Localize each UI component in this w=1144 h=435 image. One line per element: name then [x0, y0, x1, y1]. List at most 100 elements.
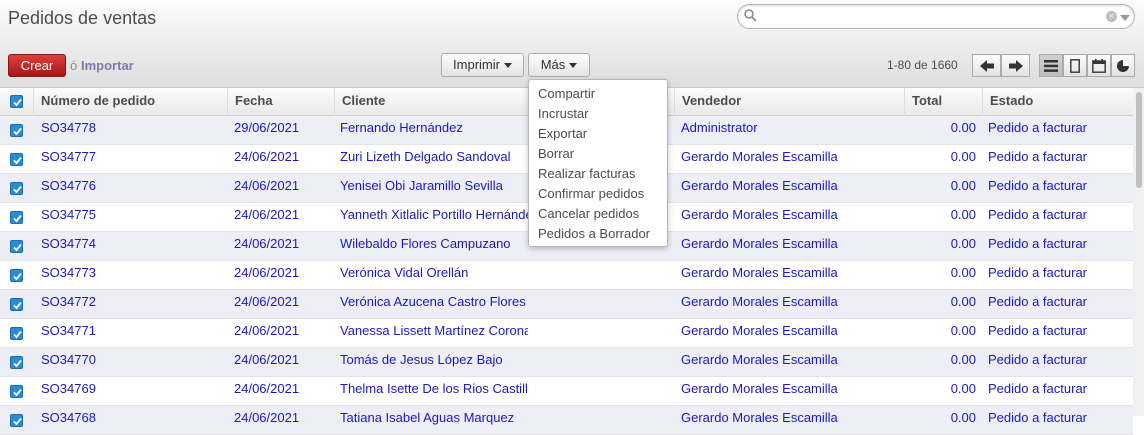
cell-state[interactable]: Pedido a facturar	[988, 145, 1128, 173]
cell-customer[interactable]: Yenisei Obi Jaramillo Sevilla	[340, 174, 528, 202]
cell-salesperson[interactable]: Gerardo Morales Escamilla	[681, 261, 901, 289]
cell-date[interactable]: 24/06/2021	[234, 232, 329, 260]
row-checkbox[interactable]	[10, 182, 23, 195]
cell-state[interactable]: Pedido a facturar	[988, 203, 1128, 231]
row-checkbox[interactable]	[10, 356, 23, 369]
cell-customer[interactable]: Verónica Azucena Castro Flores	[340, 290, 528, 318]
cell-order[interactable]: SO34778	[41, 116, 221, 144]
table-row[interactable]: SO34770 24/06/2021 Tomás de Jesus López Ba…	[0, 348, 1133, 377]
menu-item-embed[interactable]: Incrustar	[529, 104, 667, 124]
cell-state[interactable]: Pedido a facturar	[988, 116, 1128, 144]
cell-date[interactable]: 24/06/2021	[234, 348, 329, 376]
cell-state[interactable]: Pedido a facturar	[988, 174, 1128, 202]
scrollbar-thumb[interactable]	[1136, 92, 1142, 188]
row-checkbox[interactable]	[10, 211, 23, 224]
select-all-checkbox[interactable]	[10, 95, 23, 108]
cell-state[interactable]: Pedido a facturar	[988, 377, 1128, 405]
cell-total[interactable]: 0.00	[904, 232, 976, 260]
table-row[interactable]: SO34772 24/06/2021 Verónica Azucena Castro…	[0, 290, 1133, 319]
cell-customer[interactable]: Fernando Hernández	[340, 116, 528, 144]
cell-total[interactable]: 0.00	[904, 145, 976, 173]
cell-salesperson[interactable]: Gerardo Morales Escamilla	[681, 145, 901, 173]
cell-salesperson[interactable]: Administrator	[681, 116, 901, 144]
cell-customer[interactable]: Thelma Isette De los Rios Castillo	[340, 377, 528, 405]
pager-value[interactable]: 1-80 de 1660	[887, 58, 958, 72]
import-link[interactable]: Importar	[81, 58, 134, 73]
cell-total[interactable]: 0.00	[904, 348, 976, 376]
table-row[interactable]: SO34773 24/06/2021 Verónica Vidal Orellán G…	[0, 261, 1133, 290]
menu-item-delete[interactable]: Borrar	[529, 144, 667, 164]
menu-item-orders-to-draft[interactable]: Pedidos a Borrador	[529, 224, 667, 244]
cell-state[interactable]: Pedido a facturar	[988, 290, 1128, 318]
cell-state[interactable]: Pedido a facturar	[988, 348, 1128, 376]
cell-salesperson[interactable]: Gerardo Morales Escamilla	[681, 232, 901, 260]
cell-date[interactable]: 24/06/2021	[234, 203, 329, 231]
row-checkbox[interactable]	[10, 269, 23, 282]
row-checkbox[interactable]	[10, 327, 23, 340]
row-checkbox[interactable]	[10, 385, 23, 398]
column-header-salesperson[interactable]: Vendedor	[674, 88, 904, 116]
cell-date[interactable]: 24/06/2021	[234, 319, 329, 347]
cell-customer[interactable]: Tomás de Jesus López Bajo	[340, 348, 528, 376]
cell-salesperson[interactable]: Gerardo Morales Escamilla	[681, 348, 901, 376]
cell-customer[interactable]: Tatiana Isabel Aguas Marquez	[340, 406, 528, 434]
cell-order[interactable]: SO34768	[41, 406, 221, 434]
menu-item-make-invoices[interactable]: Realizar facturas	[529, 164, 667, 184]
cell-order[interactable]: SO34769	[41, 377, 221, 405]
cell-total[interactable]: 0.00	[904, 406, 976, 434]
cell-salesperson[interactable]: Gerardo Morales Escamilla	[681, 290, 901, 318]
cell-customer[interactable]: Yanneth Xitlalic Portillo Hernández	[340, 203, 528, 231]
calendar-view-button[interactable]	[1087, 54, 1111, 77]
cell-state[interactable]: Pedido a facturar	[988, 232, 1128, 260]
search-input[interactable]	[760, 8, 1100, 26]
search-box[interactable]: ×	[737, 4, 1135, 29]
cell-customer[interactable]: Wilebaldo Flores Campuzano	[340, 232, 528, 260]
cell-total[interactable]: 0.00	[904, 261, 976, 289]
list-view-button[interactable]	[1039, 54, 1063, 77]
table-row[interactable]: SO34768 24/06/2021 Tatiana Isabel Aguas Ma…	[0, 406, 1133, 435]
pager-previous-button[interactable]	[972, 54, 1001, 77]
menu-item-cancel-orders[interactable]: Cancelar pedidos	[529, 204, 667, 224]
cell-salesperson[interactable]: Gerardo Morales Escamilla	[681, 203, 901, 231]
row-checkbox[interactable]	[10, 298, 23, 311]
cell-state[interactable]: Pedido a facturar	[988, 406, 1128, 434]
cell-date[interactable]: 24/06/2021	[234, 290, 329, 318]
table-row[interactable]: SO34771 24/06/2021 Vanessa Lissett Martíne…	[0, 319, 1133, 348]
cell-order[interactable]: SO34774	[41, 232, 221, 260]
column-header-state[interactable]: Estado	[982, 88, 1133, 116]
cell-salesperson[interactable]: Gerardo Morales Escamilla	[681, 174, 901, 202]
cell-total[interactable]: 0.00	[904, 203, 976, 231]
cell-total[interactable]: 0.00	[904, 377, 976, 405]
table-row[interactable]: SO34769 24/06/2021 Thelma Isette De los Ri…	[0, 377, 1133, 406]
scrollbar[interactable]	[1133, 88, 1144, 416]
cell-date[interactable]: 24/06/2021	[234, 174, 329, 202]
cell-date[interactable]: 24/06/2021	[234, 377, 329, 405]
cell-total[interactable]: 0.00	[904, 319, 976, 347]
cell-state[interactable]: Pedido a facturar	[988, 261, 1128, 289]
cell-customer[interactable]: Vanessa Lissett Martínez Coronado	[340, 319, 528, 347]
cell-salesperson[interactable]: Gerardo Morales Escamilla	[681, 406, 901, 434]
cell-date[interactable]: 24/06/2021	[234, 145, 329, 173]
cell-total[interactable]: 0.00	[904, 116, 976, 144]
cell-order[interactable]: SO34776	[41, 174, 221, 202]
cell-customer[interactable]: Verónica Vidal Orellán	[340, 261, 528, 289]
cell-order[interactable]: SO34770	[41, 348, 221, 376]
clear-search-icon[interactable]: ×	[1106, 11, 1117, 22]
menu-item-export[interactable]: Exportar	[529, 124, 667, 144]
cell-date[interactable]: 24/06/2021	[234, 261, 329, 289]
form-view-button[interactable]	[1063, 54, 1087, 77]
cell-order[interactable]: SO34775	[41, 203, 221, 231]
cell-order[interactable]: SO34773	[41, 261, 221, 289]
cell-salesperson[interactable]: Gerardo Morales Escamilla	[681, 377, 901, 405]
cell-order[interactable]: SO34771	[41, 319, 221, 347]
menu-item-share[interactable]: Compartir	[529, 84, 667, 104]
print-button[interactable]: Imprimir	[441, 53, 524, 77]
cell-total[interactable]: 0.00	[904, 290, 976, 318]
cell-date[interactable]: 29/06/2021	[234, 116, 329, 144]
more-button[interactable]: Más	[528, 53, 590, 77]
column-header-date[interactable]: Fecha	[227, 88, 334, 116]
cell-order[interactable]: SO34772	[41, 290, 221, 318]
cell-order[interactable]: SO34777	[41, 145, 221, 173]
create-button[interactable]: Crear	[8, 54, 66, 77]
menu-item-confirm-orders[interactable]: Confirmar pedidos	[529, 184, 667, 204]
